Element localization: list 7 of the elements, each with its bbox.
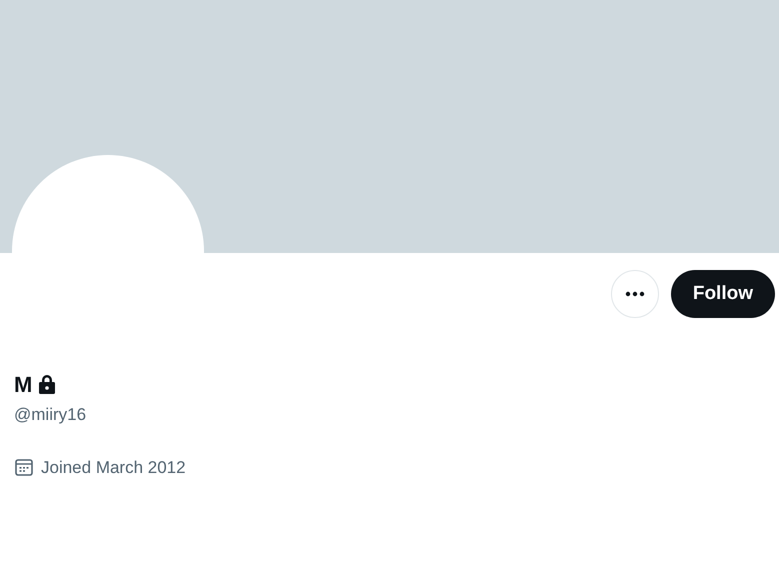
username: @miiry16 xyxy=(14,404,88,426)
follow-button[interactable]: Follow xyxy=(670,270,775,318)
display-name: M xyxy=(14,370,32,398)
join-date: Joined March 2012 xyxy=(41,456,186,478)
calendar-icon xyxy=(14,457,34,478)
more-icon xyxy=(624,291,645,297)
more-button[interactable] xyxy=(610,270,659,318)
